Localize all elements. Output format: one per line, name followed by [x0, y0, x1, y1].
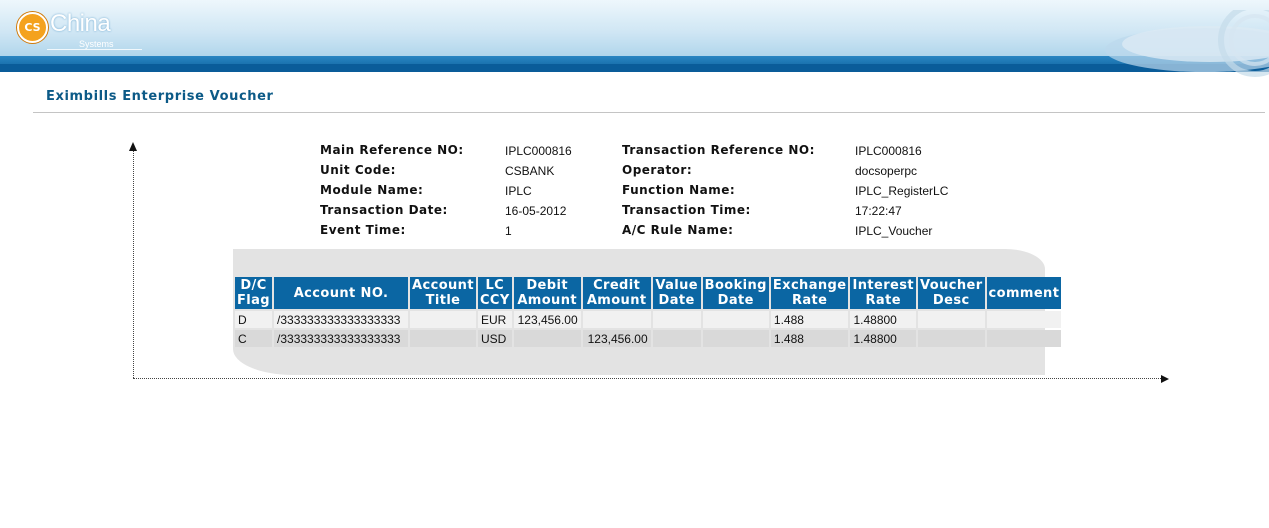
cell-account-no: /333333333333333333: [274, 330, 409, 347]
title-divider: [33, 112, 1265, 113]
main-reference-value: IPLC000816: [505, 144, 572, 158]
unit-code-label: Unit Code:: [320, 163, 396, 177]
cell-voucher-desc: [917, 330, 985, 347]
cell-interest-rate: 1.48800: [850, 311, 916, 328]
header-line: Value: [655, 278, 698, 293]
col-comment: comment: [986, 277, 1062, 309]
col-account-title: Account Title: [410, 277, 476, 309]
header-line: Flag: [237, 293, 271, 308]
cell-account-no: /333333333333333333: [274, 311, 409, 328]
col-value-date: Value Date: [652, 277, 701, 309]
header-line: LC: [485, 278, 505, 293]
unit-code-value: CSBANK: [505, 164, 555, 178]
header-line: Booking: [704, 278, 767, 293]
header-line: Amount: [517, 293, 577, 308]
header-line: D/C: [240, 278, 267, 293]
operator-value: docsoperpc: [855, 164, 918, 178]
cs-logo-icon: CS: [17, 12, 48, 43]
cell-debit-amount: [513, 330, 581, 347]
col-credit-amount: Credit Amount: [582, 277, 651, 309]
transaction-reference-label: Transaction Reference NO:: [622, 143, 815, 157]
module-name-value: IPLC: [505, 184, 532, 198]
logo-subtitle: Systems: [79, 39, 114, 49]
vertical-axis-line: [133, 148, 134, 378]
header-line: comment: [988, 285, 1060, 301]
cell-value-date: [652, 330, 701, 347]
ac-rule-name-value: IPLC_Voucher: [855, 224, 933, 238]
function-name-value: IPLC_RegisterLC: [855, 184, 949, 198]
module-name-label: Module Name:: [320, 183, 424, 197]
event-time-label: Event Time:: [320, 223, 406, 237]
col-account-no: Account NO.: [274, 277, 409, 309]
cell-lc-ccy: USD: [477, 330, 512, 347]
cell-dc-flag: C: [235, 330, 273, 347]
page-title: Eximbills Enterprise Voucher: [46, 89, 274, 104]
cell-interest-rate: 1.48800: [850, 330, 916, 347]
header-line: Exchange: [772, 278, 847, 293]
cell-comment: [986, 330, 1062, 347]
arrow-right-icon: [1161, 375, 1169, 383]
header-line: Amount: [586, 293, 647, 308]
ac-rule-name-label: A/C Rule Name:: [622, 223, 734, 237]
cell-lc-ccy: EUR: [477, 311, 512, 328]
horizontal-axis-line: [133, 378, 1163, 379]
cs-coin-icon: [1105, 10, 1269, 77]
header-line: Date: [717, 293, 754, 308]
cell-exchange-rate: 1.488: [770, 330, 849, 347]
voucher-table: D/C Flag Account NO. Account Title LC CCY D…: [233, 275, 1063, 349]
header-line: Voucher: [919, 278, 983, 293]
header-line: CCY: [479, 293, 510, 308]
cell-credit-amount: [582, 311, 651, 328]
header-line: Rate: [791, 293, 828, 308]
cell-dc-flag: D: [235, 311, 273, 328]
cell-credit-amount: 123,456.00: [582, 330, 651, 347]
transaction-time-label: Transaction Time:: [622, 203, 751, 217]
header-line: Credit: [593, 278, 641, 293]
header-line: Title: [425, 293, 461, 308]
col-booking-date: Booking Date: [702, 277, 769, 309]
cell-voucher-desc: [917, 311, 985, 328]
header-line: Account NO.: [293, 285, 389, 301]
table-row: D /333333333333333333 EUR 123,456.00 1.4…: [235, 311, 1062, 328]
cell-booking-date: [702, 330, 769, 347]
header-line: Account: [412, 278, 474, 293]
operator-label: Operator:: [622, 163, 693, 177]
logo-underline: [47, 49, 142, 50]
company-logo: CS China Systems: [17, 9, 142, 53]
arrow-up-icon: [129, 142, 137, 151]
cell-account-title: [410, 311, 476, 328]
cell-account-title: [410, 330, 476, 347]
transaction-reference-value: IPLC000816: [855, 144, 922, 158]
header-stripe-dark: [0, 64, 1269, 72]
col-debit-amount: Debit Amount: [513, 277, 581, 309]
logo-name: China: [50, 10, 111, 37]
cell-booking-date: [702, 311, 769, 328]
header-line: Desc: [932, 293, 970, 308]
header-line: Debit: [526, 278, 568, 293]
col-exchange-rate: Exchange Rate: [770, 277, 849, 309]
header-line: Rate: [865, 293, 901, 308]
col-interest-rate: Interest Rate: [850, 277, 916, 309]
table-header-row: D/C Flag Account NO. Account Title LC CCY D…: [235, 277, 1062, 309]
header-line: Interest: [852, 278, 914, 293]
cell-exchange-rate: 1.488: [770, 311, 849, 328]
col-lc-ccy: LC CCY: [477, 277, 512, 309]
table-row: C /333333333333333333 USD 123,456.00 1.4…: [235, 330, 1062, 347]
header-line: Date: [658, 293, 695, 308]
col-voucher-desc: Voucher Desc: [917, 277, 985, 309]
cell-value-date: [652, 311, 701, 328]
cell-debit-amount: 123,456.00: [513, 311, 581, 328]
event-time-value: 1: [505, 224, 512, 238]
transaction-time-value: 17:22:47: [855, 204, 902, 218]
col-dc-flag: D/C Flag: [235, 277, 273, 309]
cell-comment: [986, 311, 1062, 328]
main-reference-label: Main Reference NO:: [320, 143, 464, 157]
function-name-label: Function Name:: [622, 183, 736, 197]
transaction-date-value: 16-05-2012: [505, 204, 567, 218]
transaction-date-label: Transaction Date:: [320, 203, 448, 217]
